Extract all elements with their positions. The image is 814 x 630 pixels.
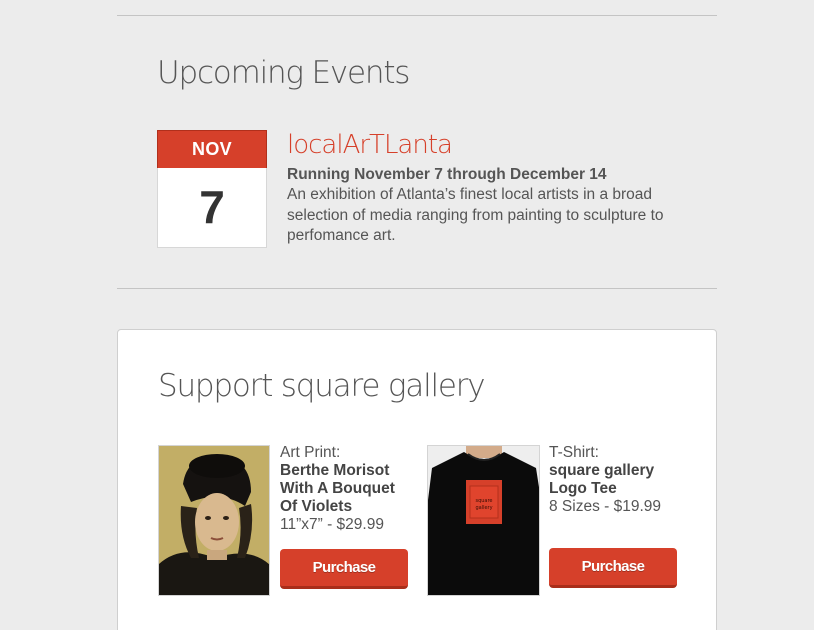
events-divider <box>117 288 717 289</box>
art-print-info: Art Print: Berthe Morisot With A Bouquet… <box>280 444 415 534</box>
event-running-dates: Running November 7 through December 14 <box>287 166 607 183</box>
tshirt-image[interactable]: square gallery <box>427 445 540 596</box>
event-title-link[interactable]: localArTLanta <box>287 130 453 160</box>
product-type: Art Print: <box>280 444 341 461</box>
event-description: An exhibition of Atlanta’s finest local … <box>287 186 664 244</box>
svg-text:square: square <box>475 498 492 504</box>
product-price: 8 Sizes - $19.99 <box>549 498 662 515</box>
tshirt-photo-image: square gallery <box>428 446 539 595</box>
tshirt-info: T-Shirt: square gallery Logo Tee 8 Sizes… <box>549 444 684 516</box>
svg-text:gallery: gallery <box>475 505 492 511</box>
portrait-painting-image <box>159 446 269 595</box>
support-heading: Support square gallery <box>158 368 486 404</box>
product-name[interactable]: square gallery Logo Tee <box>549 462 684 498</box>
top-divider <box>117 15 717 16</box>
art-print-image[interactable] <box>158 445 270 596</box>
product-name[interactable]: Berthe Morisot With A Bouquet Of Violets <box>280 462 415 516</box>
calendar-date-badge: NOV 7 <box>157 130 267 248</box>
upcoming-events-heading: Upcoming Events <box>157 55 410 91</box>
event-month: NOV <box>157 130 267 168</box>
product-price: 11”x7” - $29.99 <box>280 516 384 533</box>
purchase-tshirt-button[interactable]: Purchase <box>549 548 677 588</box>
product-type: T-Shirt: <box>549 444 599 461</box>
purchase-art-print-button[interactable]: Purchase <box>280 549 408 589</box>
event-day: 7 <box>199 181 225 233</box>
support-card: Support square gallery Art Print: Berthe… <box>117 329 717 630</box>
